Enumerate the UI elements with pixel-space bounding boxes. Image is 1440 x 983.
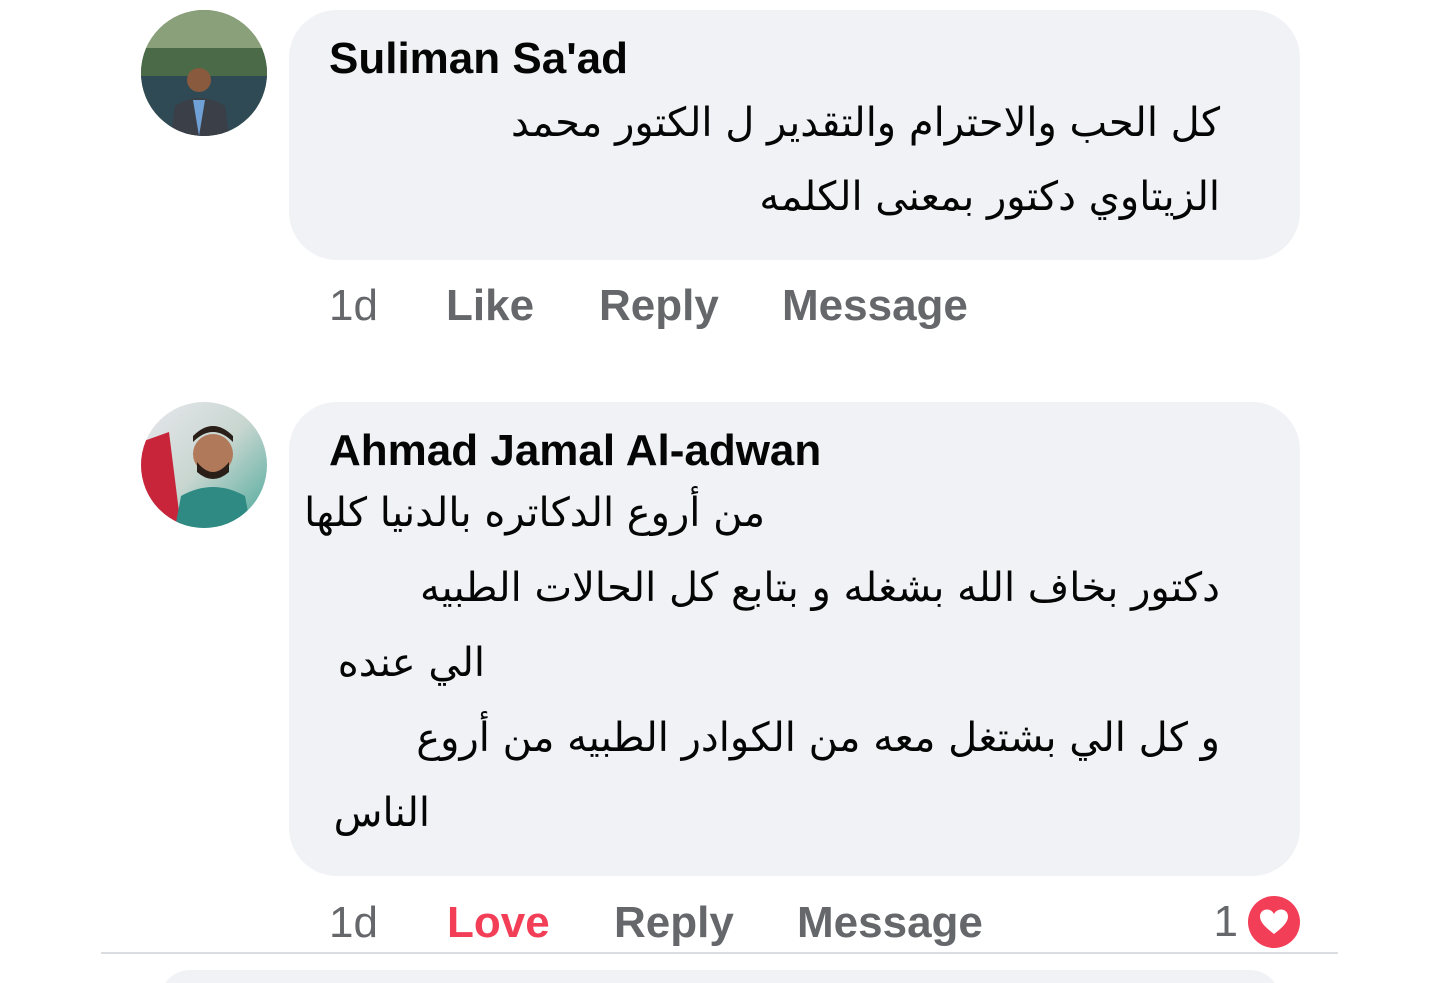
comment-bubble-partial	[160, 970, 1280, 983]
reply-button[interactable]: Reply	[614, 898, 734, 948]
comment-text-line: و كل الي بشتغل معه من الكوادر الطبيه من …	[416, 715, 1220, 761]
comment-bubble: Suliman Sa'ad كل الحب والاحترام والتقدير…	[289, 10, 1300, 260]
divider	[101, 952, 1338, 954]
avatar-photo-man	[141, 402, 267, 528]
comment-text-line: كل الحب والاحترام والتقدير ل الكتور محمد	[510, 100, 1220, 146]
avatar-photo-lake	[141, 10, 267, 136]
comment-text: من أروع الدكاتره بالدنيا كلها دكتور بخاف…	[304, 490, 1220, 865]
love-button[interactable]: Love	[447, 898, 550, 948]
comment-text-line: من أروع الدكاتره بالدنيا كلها	[304, 490, 765, 536]
reaction-count: 1	[1213, 897, 1238, 946]
comment-timestamp[interactable]: 1d	[329, 898, 378, 948]
comment-text-line: الزيتاوي دكتور بمعنى الكلمه	[759, 174, 1220, 220]
reply-button[interactable]: Reply	[599, 281, 719, 331]
comments-page: Suliman Sa'ad كل الحب والاحترام والتقدير…	[0, 0, 1440, 983]
comment-text: كل الحب والاحترام والتقدير ل الكتور محمد…	[511, 100, 1220, 248]
comment-author[interactable]: Suliman Sa'ad	[329, 34, 628, 84]
avatar[interactable]	[141, 10, 267, 136]
comment-text-line: الي عنده	[337, 640, 485, 686]
comment-author[interactable]: Ahmad Jamal Al-adwan	[329, 426, 821, 476]
comment-text-line: دكتور بخاف الله بشغله و بتابع كل الحالات…	[420, 565, 1220, 611]
comment-timestamp[interactable]: 1d	[329, 281, 378, 331]
message-button[interactable]: Message	[797, 898, 983, 948]
like-button[interactable]: Like	[446, 281, 534, 331]
comment-text-line: الناس	[333, 790, 430, 836]
avatar[interactable]	[141, 402, 267, 528]
comment-bubble: Ahmad Jamal Al-adwan من أروع الدكاتره با…	[289, 402, 1300, 876]
message-button[interactable]: Message	[782, 281, 968, 331]
reaction-summary[interactable]: 1	[1214, 896, 1300, 948]
heart-icon	[1248, 896, 1300, 948]
